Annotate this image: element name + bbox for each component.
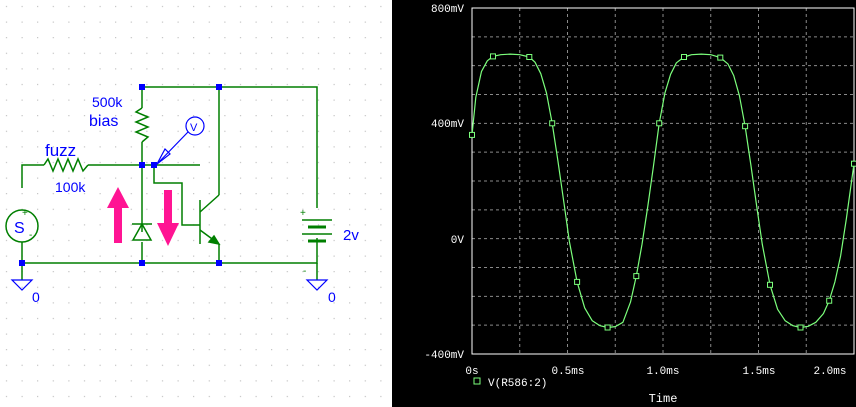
dot-grid — [0, 0, 392, 407]
data-point-marker — [526, 54, 533, 60]
data-point-marker — [767, 281, 773, 288]
probe-plot-window[interactable]: 800mV 400mV 0V -400mV 0s 0.5ms 1.0ms 1.5… — [392, 0, 856, 407]
data-point-marker — [574, 278, 581, 285]
data-point-marker — [742, 123, 749, 130]
x-tick-label: 0s — [465, 366, 478, 378]
ground-label-left: 0 — [32, 289, 40, 305]
data-point-marker — [633, 273, 640, 280]
x-tick-label: 0.5ms — [551, 366, 584, 378]
bias-resistor-value: 500k — [92, 94, 123, 110]
source-minus-sign: - — [29, 230, 32, 241]
data-point-marker — [826, 297, 833, 304]
x-tick-label: 2.0ms — [813, 366, 846, 378]
fuzz-resistor-value: 100k — [55, 179, 86, 195]
fuzz-label: fuzz — [45, 141, 76, 160]
schematic-canvas[interactable]: S + - + - 2v 0 0 V 500k bias fuzz 100k — [0, 0, 392, 407]
x-tick-label: 1.0ms — [646, 366, 679, 378]
data-point-marker — [851, 160, 856, 167]
battery-minus-sign: - — [303, 266, 306, 277]
data-point-marker — [469, 131, 475, 138]
data-point-marker — [604, 324, 611, 331]
battery-value-label: 2v — [343, 227, 359, 244]
data-point-marker — [549, 120, 556, 127]
legend-series-label: V(R586:2) — [488, 378, 547, 390]
bias-label: bias — [89, 113, 118, 130]
y-tick-label: 400mV — [431, 119, 464, 131]
data-point-marker — [490, 53, 496, 60]
y-tick-label: -400mV — [424, 350, 464, 362]
source-label: S — [14, 220, 25, 237]
voltage-probe-label: V — [190, 122, 198, 134]
data-point-marker — [681, 54, 687, 60]
workspace: S + - + - 2v 0 0 V 500k bias fuzz 100k 8… — [0, 0, 856, 407]
data-point-marker — [717, 54, 724, 61]
x-tick-label: 1.5ms — [742, 366, 775, 378]
data-point-marker — [797, 324, 804, 331]
y-tick-label: 800mV — [431, 4, 464, 16]
x-axis-label: Time — [649, 392, 678, 406]
battery-plus-sign: + — [300, 208, 306, 219]
y-tick-label: 0V — [451, 235, 465, 247]
source-plus-sign: + — [22, 208, 28, 219]
data-point-marker — [656, 120, 663, 127]
ground-label-right: 0 — [328, 289, 336, 305]
